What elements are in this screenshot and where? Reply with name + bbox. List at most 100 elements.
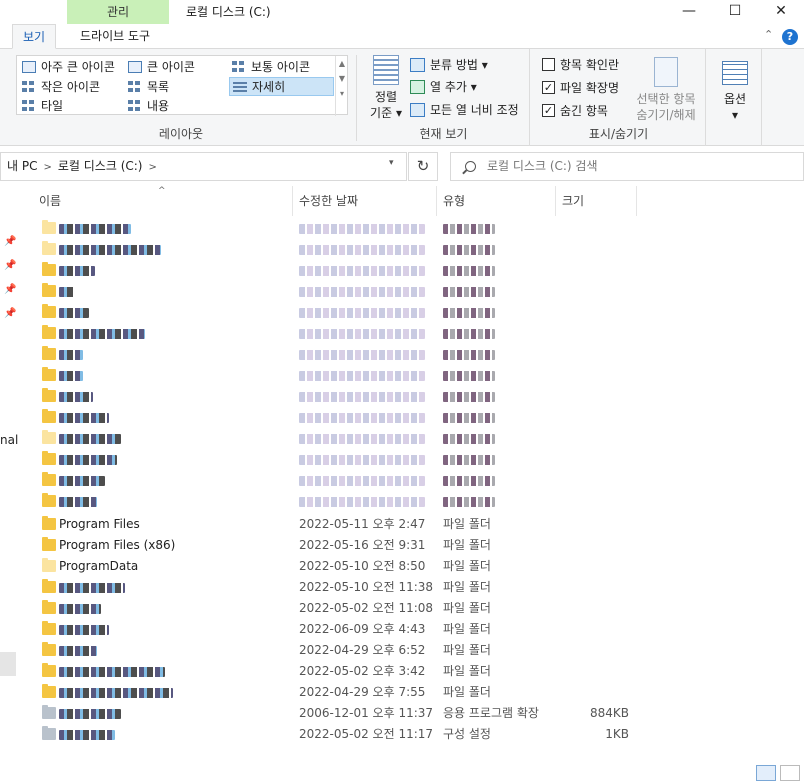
pin-icon[interactable]: 📌 bbox=[4, 284, 16, 295]
redacted-name bbox=[59, 224, 131, 234]
context-tab-manage[interactable]: 관리 bbox=[67, 0, 169, 24]
add-columns-button[interactable]: 열 추가 ▾ bbox=[410, 77, 477, 97]
sort-by-button[interactable]: 정렬 기준 ▾ bbox=[366, 55, 406, 121]
list-item[interactable] bbox=[36, 323, 656, 344]
add-columns-icon bbox=[410, 80, 425, 94]
list-item[interactable] bbox=[36, 470, 656, 491]
item-checkboxes-toggle[interactable]: 항목 확인란 bbox=[540, 55, 619, 75]
content-icon bbox=[128, 100, 142, 112]
list-item[interactable] bbox=[36, 239, 656, 260]
layout-small-icons[interactable]: 작은 아이콘 bbox=[19, 78, 123, 97]
breadcrumb-separator-icon[interactable]: > bbox=[43, 162, 51, 173]
nav-item-partial[interactable]: nal bbox=[0, 433, 18, 447]
file-date: 2022-05-11 오후 2:47 bbox=[299, 517, 426, 531]
list-item[interactable]: 2022-04-29 오후 7:55 파일 폴더 bbox=[36, 682, 656, 703]
layout-extra-large-icons[interactable]: 아주 큰 아이콘 bbox=[19, 58, 123, 77]
list-item[interactable] bbox=[36, 449, 656, 470]
layout-tiles[interactable]: 타일 bbox=[19, 97, 123, 116]
list-item[interactable] bbox=[36, 281, 656, 302]
fit-columns-button[interactable]: 모든 열 너비 조정 bbox=[410, 100, 519, 120]
list-item[interactable] bbox=[36, 365, 656, 386]
list-item[interactable]: ProgramData 2022-05-10 오전 8:50 파일 폴더 bbox=[36, 556, 656, 577]
file-name: ProgramData bbox=[59, 559, 139, 573]
address-bar[interactable]: 내 PC > 로컬 디스크 (C:) > bbox=[0, 152, 407, 181]
list-item[interactable] bbox=[36, 407, 656, 428]
folder-icon bbox=[42, 516, 56, 530]
address-dropdown-icon[interactable]: ▾ bbox=[389, 158, 394, 168]
layout-content[interactable]: 내용 bbox=[125, 97, 229, 116]
pin-icon[interactable]: 📌 bbox=[4, 260, 16, 271]
column-header-type[interactable]: 유형 bbox=[437, 186, 556, 216]
group-by-button[interactable]: 분류 방법 ▾ bbox=[410, 55, 488, 75]
list-item[interactable] bbox=[36, 302, 656, 323]
scroll-down-icon[interactable]: ▼ bbox=[336, 71, 348, 86]
redacted-name bbox=[59, 308, 89, 318]
scroll-up-icon[interactable]: ▲ bbox=[336, 56, 348, 71]
pin-icon[interactable]: 📌 bbox=[4, 308, 16, 319]
hide-selected-button[interactable]: 선택한 항목 숨기기/해제 bbox=[630, 57, 702, 123]
close-button[interactable]: ✕ bbox=[758, 0, 804, 22]
large-icons-icon bbox=[128, 61, 142, 73]
nav-item-selected[interactable] bbox=[0, 652, 16, 676]
list-item[interactable]: Program Files 2022-05-11 오후 2:47 파일 폴더 bbox=[36, 514, 656, 535]
breadcrumb-separator-icon[interactable]: > bbox=[149, 162, 157, 173]
hidden-items-checkbox[interactable]: ✓ bbox=[542, 104, 555, 117]
column-header-name[interactable]: 이름 bbox=[33, 186, 293, 216]
layout-scrollbar[interactable]: ▲ ▼ ▾ bbox=[335, 56, 348, 116]
list-item[interactable]: 2006-12-01 오후 11:37 응용 프로그램 확장 884KB bbox=[36, 703, 656, 724]
list-item[interactable]: 2022-05-02 오전 11:08 파일 폴더 bbox=[36, 598, 656, 619]
layout-details[interactable]: 자세히 bbox=[229, 77, 334, 96]
list-item[interactable] bbox=[36, 344, 656, 365]
list-item[interactable]: 2022-06-09 오후 4:43 파일 폴더 bbox=[36, 619, 656, 640]
minimize-button[interactable]: — bbox=[666, 0, 712, 22]
list-item[interactable]: 2022-05-02 오후 3:42 파일 폴더 bbox=[36, 661, 656, 682]
layout-large-icons[interactable]: 큰 아이콘 bbox=[125, 58, 229, 77]
redacted-name bbox=[59, 434, 121, 444]
breadcrumb-this-pc[interactable]: 내 PC bbox=[7, 159, 37, 173]
list-item[interactable] bbox=[36, 218, 656, 239]
list-item[interactable]: Program Files (x86) 2022-05-16 오전 9:31 파일 … bbox=[36, 535, 656, 556]
list-item[interactable] bbox=[36, 491, 656, 512]
large-icons-view-icon[interactable] bbox=[780, 765, 800, 781]
maximize-button[interactable]: ☐ bbox=[712, 0, 758, 22]
list-item[interactable] bbox=[36, 260, 656, 281]
tab-view[interactable]: 보기 bbox=[12, 24, 57, 49]
window-title: 로컬 디스크 (C:) bbox=[186, 5, 271, 19]
file-date: 2006-12-01 오후 11:37 bbox=[299, 706, 434, 720]
address-row: 내 PC > 로컬 디스크 (C:) > ▾ ↻ 로컬 디스크 (C:) 검색 bbox=[0, 152, 804, 182]
redacted-name bbox=[59, 266, 95, 276]
options-button[interactable]: 옵션 ▾ bbox=[714, 61, 756, 123]
refresh-button[interactable]: ↻ bbox=[408, 152, 438, 181]
list-item[interactable] bbox=[36, 428, 656, 449]
item-checkboxes-checkbox[interactable] bbox=[542, 58, 555, 71]
pin-icon[interactable]: 📌 bbox=[4, 236, 16, 247]
redacted-date bbox=[299, 413, 425, 423]
file-type: 파일 폴더 bbox=[443, 517, 491, 531]
file-extensions-toggle[interactable]: ✓ 파일 확장명 bbox=[540, 78, 619, 98]
file-type: 파일 폴더 bbox=[443, 622, 491, 636]
redacted-name bbox=[59, 625, 109, 635]
layout-list[interactable]: 목록 bbox=[125, 78, 229, 97]
folder-icon bbox=[42, 600, 56, 614]
column-header-modified[interactable]: 수정한 날짜 bbox=[293, 186, 437, 216]
ribbon-collapse-icon[interactable]: ⌃ bbox=[764, 28, 773, 41]
file-date: 2022-05-02 오후 3:42 bbox=[299, 664, 426, 678]
layout-medium-icons[interactable]: 보통 아이콘 bbox=[229, 58, 333, 77]
list-item[interactable]: 2022-04-29 오후 6:52 파일 폴더 bbox=[36, 640, 656, 661]
details-view-icon[interactable] bbox=[756, 765, 776, 781]
file-extensions-checkbox[interactable]: ✓ bbox=[542, 81, 555, 94]
tab-drive-tools[interactable]: 드라이브 도구 bbox=[70, 24, 160, 49]
column-header-size[interactable]: 크기 bbox=[556, 186, 637, 216]
list-item[interactable]: 2022-05-02 오전 11:17 구성 설정 1KB bbox=[36, 724, 656, 745]
file-type: 파일 폴더 bbox=[443, 580, 491, 594]
list-item[interactable] bbox=[36, 386, 656, 407]
help-icon[interactable]: ? bbox=[782, 29, 798, 45]
breadcrumb-local-disk[interactable]: 로컬 디스크 (C:) bbox=[58, 159, 143, 173]
extra-large-icons-icon bbox=[22, 61, 36, 73]
gallery-expand-icon[interactable]: ▾ bbox=[336, 86, 348, 101]
file-date: 2022-06-09 오후 4:43 bbox=[299, 622, 426, 636]
search-input[interactable]: 로컬 디스크 (C:) 검색 bbox=[450, 152, 804, 181]
redacted-date bbox=[299, 224, 425, 234]
list-item[interactable]: 2022-05-10 오전 11:38 파일 폴더 bbox=[36, 577, 656, 598]
hidden-items-toggle[interactable]: ✓ 숨긴 항목 bbox=[540, 101, 608, 121]
